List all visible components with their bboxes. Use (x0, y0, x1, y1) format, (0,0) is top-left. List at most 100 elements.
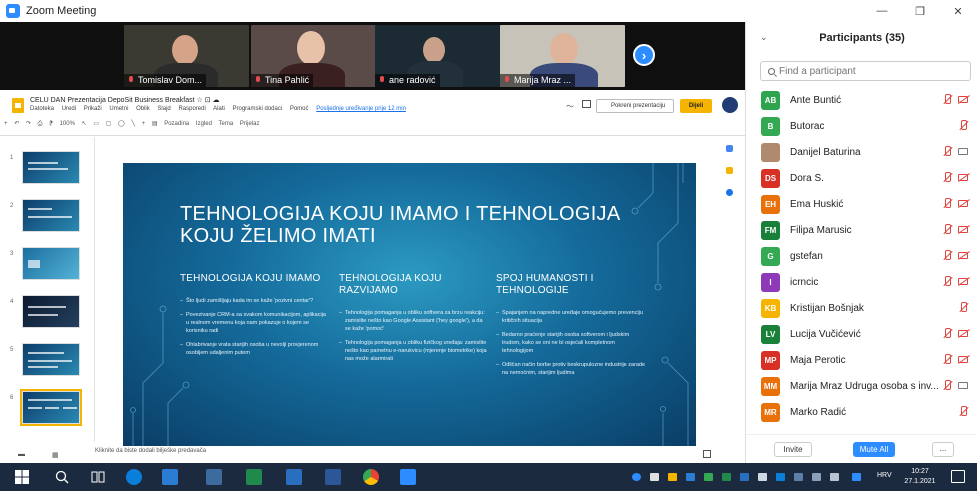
video-tile[interactable]: ane radović (375, 25, 500, 87)
video-tile[interactable]: Tina Pahlić (251, 25, 376, 87)
print-icon[interactable]: ⎙ (38, 121, 43, 127)
calculator-icon[interactable] (206, 469, 222, 485)
speaker-notes[interactable]: Kliknite da biste dodali bilješke predav… (95, 448, 725, 460)
line-icon[interactable]: ╲ (131, 121, 135, 127)
comment-icon[interactable] (582, 100, 591, 108)
network-icon[interactable] (794, 473, 803, 481)
keep-icon[interactable] (726, 167, 733, 174)
zoom-app-icon[interactable] (400, 469, 416, 485)
participant-row[interactable]: KB Kristijan Bošnjak (746, 295, 977, 321)
share-button[interactable]: Dijeli (680, 99, 712, 113)
textbox-icon[interactable]: ▭ (93, 121, 99, 127)
outlook-icon[interactable] (162, 469, 178, 485)
avatar[interactable] (722, 97, 738, 113)
tray-app-icon[interactable] (722, 473, 731, 481)
explore-icon[interactable] (703, 450, 711, 458)
activity-icon[interactable]: 〜 (566, 101, 574, 112)
excel-icon[interactable] (246, 469, 262, 485)
notification-icon[interactable] (951, 470, 965, 483)
select-icon[interactable]: ↖ (82, 121, 87, 127)
menu-item[interactable]: Oblik (136, 106, 150, 112)
slide-thumbnail[interactable] (22, 343, 80, 376)
tray-app-icon[interactable] (668, 473, 677, 481)
participant-row[interactable]: MR Marko Radić (746, 399, 977, 425)
volume-icon[interactable] (830, 473, 839, 481)
participant-row[interactable]: FM Filipa Marusic (746, 217, 977, 243)
layout-button[interactable]: Izgled (196, 121, 212, 127)
layout-icon[interactable]: ▤ (152, 121, 158, 127)
menu-item[interactable]: Programski dodaci (232, 106, 282, 112)
participant-row[interactable]: LV Lucija Vučićević (746, 321, 977, 347)
tray-app-icon[interactable] (650, 473, 659, 481)
slide-thumbnail[interactable] (22, 247, 80, 280)
participant-row[interactable]: I icrncic (746, 269, 977, 295)
paint-format-icon[interactable]: ⁋ (49, 121, 53, 127)
minimize-button[interactable]: — (863, 0, 901, 22)
theme-button[interactable]: Tema (219, 121, 234, 127)
edge-icon[interactable] (126, 469, 142, 485)
search-icon[interactable] (54, 469, 70, 485)
word-icon[interactable] (325, 469, 341, 485)
redo-icon[interactable]: ↷ (26, 121, 31, 127)
menu-item[interactable]: Uredi (62, 106, 76, 112)
maximize-button[interactable]: ❐ (901, 0, 939, 22)
participant-row[interactable]: B Butorac (746, 113, 977, 139)
participant-search[interactable] (760, 61, 971, 81)
cloud-icon[interactable] (758, 473, 767, 481)
image-icon[interactable]: ▢ (106, 121, 112, 127)
participant-row[interactable]: EH Ema Huskić (746, 191, 977, 217)
calendar-icon[interactable] (726, 145, 733, 152)
onedrive-icon[interactable] (852, 473, 861, 481)
tray-app-icon[interactable] (740, 473, 749, 481)
tray-app-icon[interactable] (704, 473, 713, 481)
input-language[interactable]: HRV (877, 472, 892, 479)
task-view-icon[interactable] (90, 469, 106, 485)
windows-start-icon[interactable] (14, 469, 30, 485)
video-tile[interactable]: Tomislav Dom... (124, 25, 249, 87)
participant-row[interactable]: DS Dora S. (746, 165, 977, 191)
background-button[interactable]: Pozadina (164, 121, 189, 127)
add-comment-icon[interactable]: + (142, 121, 146, 127)
slide-thumbnail[interactable] (22, 199, 80, 232)
filmstrip-view-icon[interactable]: ▦ (52, 451, 59, 459)
search-input[interactable] (779, 65, 959, 77)
transition-button[interactable]: Prijelaz (240, 121, 260, 127)
slide-thumbnail-active[interactable] (20, 389, 82, 426)
zoom-tray-icon[interactable] (632, 473, 641, 481)
present-button[interactable]: Pokreni prezentaciju (596, 99, 674, 113)
close-button[interactable]: ✕ (939, 0, 977, 22)
invite-button[interactable]: Invite (774, 442, 812, 457)
mute-all-button[interactable]: Mute All (853, 442, 895, 457)
menu-item[interactable]: Alati (213, 106, 225, 112)
participant-row[interactable]: MP Maja Perotic (746, 347, 977, 373)
more-button[interactable]: ... (932, 442, 954, 457)
shape-icon[interactable]: ◯ (118, 121, 125, 127)
menu-item[interactable]: Prikaži (84, 106, 102, 112)
column-heading: TEHNOLOGIJA KOJU RAZVIJAMO (339, 273, 442, 296)
menu-item[interactable]: Pomoć (290, 106, 309, 112)
last-edit-link[interactable]: Posljednje uređivanje prije 12 min (316, 106, 406, 112)
menu-item[interactable]: Slajd (157, 106, 170, 112)
outlook-mail-icon[interactable] (286, 469, 302, 485)
participant-row[interactable]: G gstefan (746, 243, 977, 269)
slide-thumbnail[interactable] (22, 151, 80, 184)
menu-item[interactable]: Datoteka (30, 106, 54, 112)
grid-view-icon[interactable]: ▬ (18, 451, 25, 458)
video-tile[interactable]: Marija Mraz ... (500, 25, 625, 87)
toolbar-button[interactable]: + (4, 121, 8, 127)
pen-icon[interactable] (812, 473, 821, 481)
menu-item[interactable]: Rasporedi (178, 106, 205, 112)
undo-icon[interactable]: ↶ (14, 121, 19, 127)
next-page-arrow-icon[interactable]: › (633, 44, 655, 66)
participant-row[interactable]: MM Marija Mraz Udruga osoba s inv... (746, 373, 977, 399)
tray-app-icon[interactable] (686, 473, 695, 481)
chrome-icon[interactable] (363, 469, 379, 485)
zoom-select[interactable]: 100% (60, 121, 75, 127)
slide-thumbnail[interactable] (22, 295, 80, 328)
participant-row[interactable]: Danijel Baturina (746, 139, 977, 165)
menu-item[interactable]: Umetni (109, 106, 128, 112)
participant-row[interactable]: AB Ante Buntić (746, 87, 977, 113)
tray-app-icon[interactable] (776, 473, 785, 481)
system-clock[interactable]: 10:27 27.1.2021 (902, 467, 938, 487)
tasks-icon[interactable] (726, 189, 733, 196)
